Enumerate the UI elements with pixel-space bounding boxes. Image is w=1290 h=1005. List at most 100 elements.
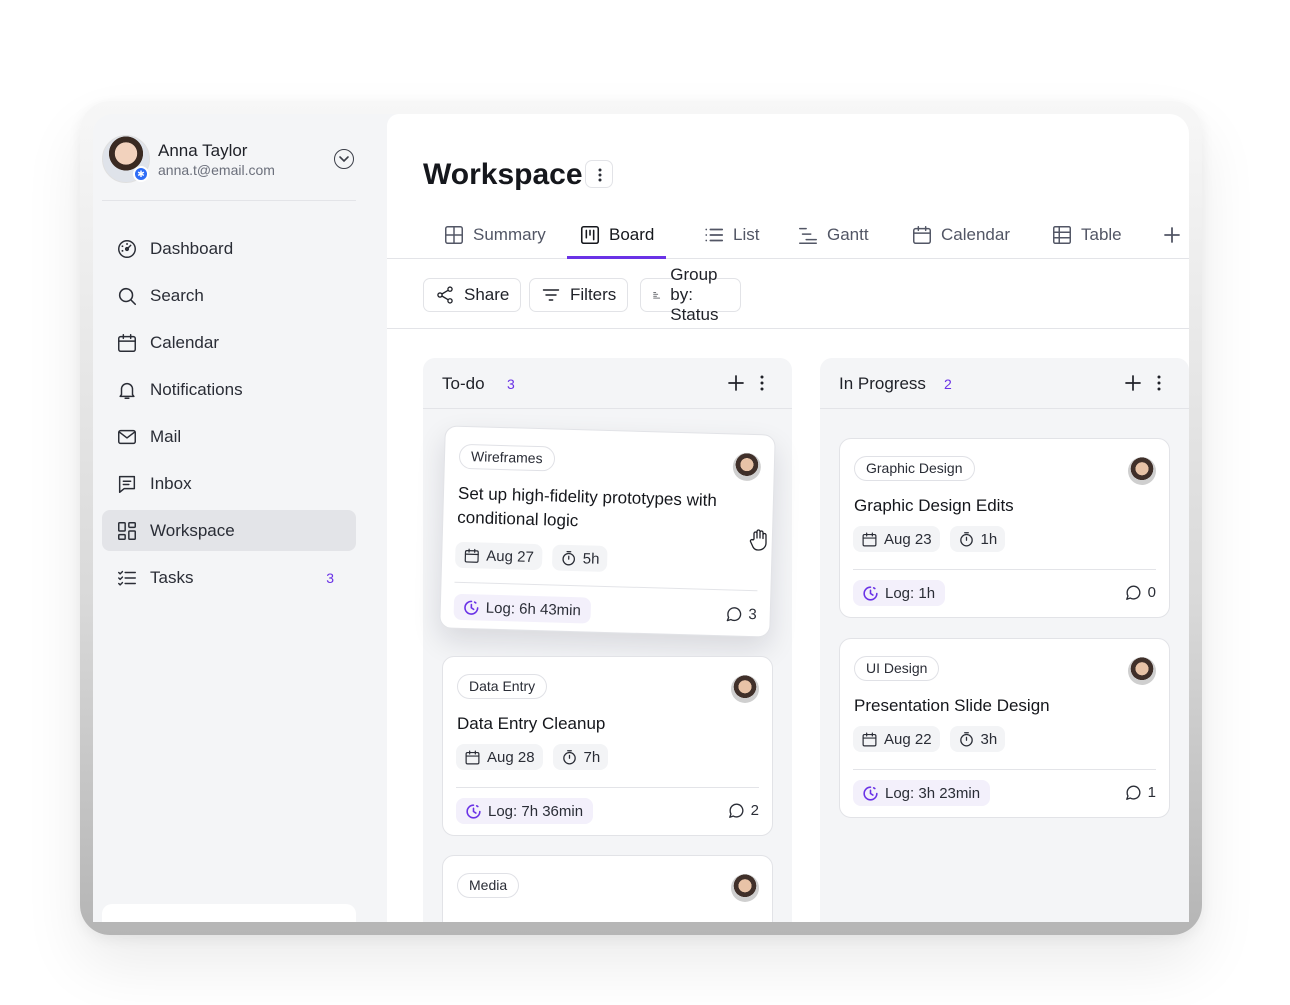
sidebar-item-workspace[interactable]: Workspace xyxy=(102,510,356,551)
due-date-pill: Aug 28 xyxy=(456,744,543,770)
more-options-icon[interactable] xyxy=(760,375,764,391)
list-icon xyxy=(705,228,724,242)
tab-label: Board xyxy=(609,225,655,244)
add-card-icon[interactable] xyxy=(1125,375,1141,391)
sidebar-item-label: Mail xyxy=(150,426,182,446)
share-button[interactable]: Share xyxy=(423,278,522,312)
divider xyxy=(853,769,1156,770)
tag-chip: UI Design xyxy=(854,656,940,681)
sidebar-item-label: Inbox xyxy=(150,473,192,493)
board-icon xyxy=(580,225,600,245)
tab-summary[interactable]: Summary xyxy=(431,225,558,259)
group-by-button[interactable]: Group by: Status xyxy=(640,265,742,324)
profile-email: anna.t@email.com xyxy=(158,162,275,178)
comments-count[interactable]: 1 xyxy=(1124,783,1156,802)
comment-icon xyxy=(1125,585,1141,600)
timer-icon xyxy=(562,749,576,765)
due-date: Aug 27 xyxy=(486,547,535,566)
assignee-avatar xyxy=(732,452,762,482)
tab-label: Table xyxy=(1081,225,1122,244)
task-card[interactable]: UI Design Presentation Slide Design Aug … xyxy=(839,638,1170,818)
due-date-pill: Aug 27 xyxy=(454,541,543,571)
column-header: In Progress 2 xyxy=(820,358,1189,409)
sidebar-item-label: Dashboard xyxy=(150,238,234,258)
sidebar-item-label: Tasks xyxy=(150,567,194,587)
tab-label: List xyxy=(733,225,760,244)
group-by-label: Group by: Status xyxy=(670,265,719,324)
mail-icon xyxy=(118,429,136,444)
sidebar-item-search[interactable]: Search xyxy=(102,275,356,316)
task-card[interactable]: Graphic Design Graphic Design Edits Aug … xyxy=(839,438,1170,618)
sidebar-item-tasks[interactable]: Tasks 3 xyxy=(102,557,356,598)
comments-count[interactable]: 3 xyxy=(724,604,757,624)
calendar-icon xyxy=(862,532,877,546)
sidebar-item-label: Search xyxy=(150,285,204,305)
comments-count[interactable]: 0 xyxy=(1124,583,1156,602)
comment-count: 2 xyxy=(750,802,759,819)
more-options-icon[interactable] xyxy=(585,160,613,188)
timer-icon xyxy=(959,531,973,547)
summary-icon xyxy=(445,226,463,244)
tab-label: Calendar xyxy=(941,225,1010,244)
sidebar-item-label: Notifications xyxy=(150,379,243,399)
calendar-icon xyxy=(464,548,479,563)
tab-calendar[interactable]: Calendar xyxy=(899,225,1022,259)
sidebar-item-inbox[interactable]: Inbox xyxy=(102,463,356,504)
task-card[interactable]: Media xyxy=(442,855,773,922)
comment-icon xyxy=(726,607,741,622)
sidebar-item-dashboard[interactable]: Dashboard xyxy=(102,228,356,269)
filters-button[interactable]: Filters xyxy=(529,278,629,312)
grid-icon xyxy=(118,521,136,540)
tab-table[interactable]: Table xyxy=(1039,225,1134,259)
add-tab-icon[interactable] xyxy=(1163,226,1181,244)
card-meta: Aug 28 7h xyxy=(456,744,618,770)
sidebar-item-notifications[interactable]: Notifications xyxy=(102,369,356,410)
chevron-down-icon[interactable] xyxy=(334,149,354,169)
gantt-icon xyxy=(799,227,817,244)
more-options-icon[interactable] xyxy=(1157,375,1161,391)
tab-list[interactable]: List xyxy=(691,225,771,259)
time-log-pill: Log: 1h xyxy=(853,580,946,606)
sidebar-item-label: Calendar xyxy=(150,332,219,352)
task-card[interactable]: Data Entry Data Entry Cleanup Aug 28 7h xyxy=(442,656,773,836)
table-icon xyxy=(1053,226,1071,244)
estimate: 5h xyxy=(582,549,600,568)
card-title: Set up high-fidelity prototypes with con… xyxy=(457,483,718,531)
time-log: Log: 1h xyxy=(885,584,936,602)
group-icon xyxy=(653,291,661,299)
clock-log-icon xyxy=(863,585,878,601)
clock-log-icon xyxy=(466,803,481,819)
comments-count[interactable]: 2 xyxy=(727,801,759,820)
due-date: Aug 28 xyxy=(487,748,535,766)
calendar-icon xyxy=(913,226,931,244)
tag-chip: Media xyxy=(457,873,520,898)
sidebar-item-mail[interactable]: Mail xyxy=(102,416,356,457)
due-date-pill: Aug 22 xyxy=(853,726,940,752)
card-title: Data Entry Cleanup xyxy=(457,714,606,733)
timer-icon xyxy=(561,550,575,565)
status-badge-icon: ✱ xyxy=(133,166,149,182)
task-card[interactable]: Wireframes Set up high-fidelity prototyp… xyxy=(439,425,776,638)
user-profile[interactable]: ✱ Anna Taylor anna.t@email.com xyxy=(102,135,356,201)
card-meta: Aug 27 5h xyxy=(454,541,618,573)
board-column-in-progress: In Progress 2 Graphic Design Graphic Des… xyxy=(820,358,1189,922)
share-icon xyxy=(437,286,453,304)
sidebar: ✱ Anna Taylor anna.t@email.com Dashboard… xyxy=(93,114,387,922)
sidebar-item-calendar[interactable]: Calendar xyxy=(102,322,356,363)
time-log: Log: 3h 23min xyxy=(885,784,981,802)
assignee-avatar xyxy=(1128,457,1156,485)
comment-icon xyxy=(728,803,744,818)
assignee-avatar xyxy=(731,874,759,902)
tab-board[interactable]: Board xyxy=(567,225,667,259)
column-count: 2 xyxy=(944,376,952,392)
profile-name: Anna Taylor xyxy=(158,141,248,160)
timer-icon xyxy=(959,731,973,747)
sidebar-bottom-panel[interactable] xyxy=(102,904,356,922)
time-log: Log: 7h 36min xyxy=(488,802,584,820)
sidebar-nav: Dashboard Search Calendar Notifications … xyxy=(102,228,356,604)
calendar-icon xyxy=(118,333,136,352)
tab-gantt[interactable]: Gantt xyxy=(785,225,881,259)
divider xyxy=(456,787,759,788)
estimate: 3h xyxy=(980,730,998,748)
add-card-icon[interactable] xyxy=(728,375,744,391)
